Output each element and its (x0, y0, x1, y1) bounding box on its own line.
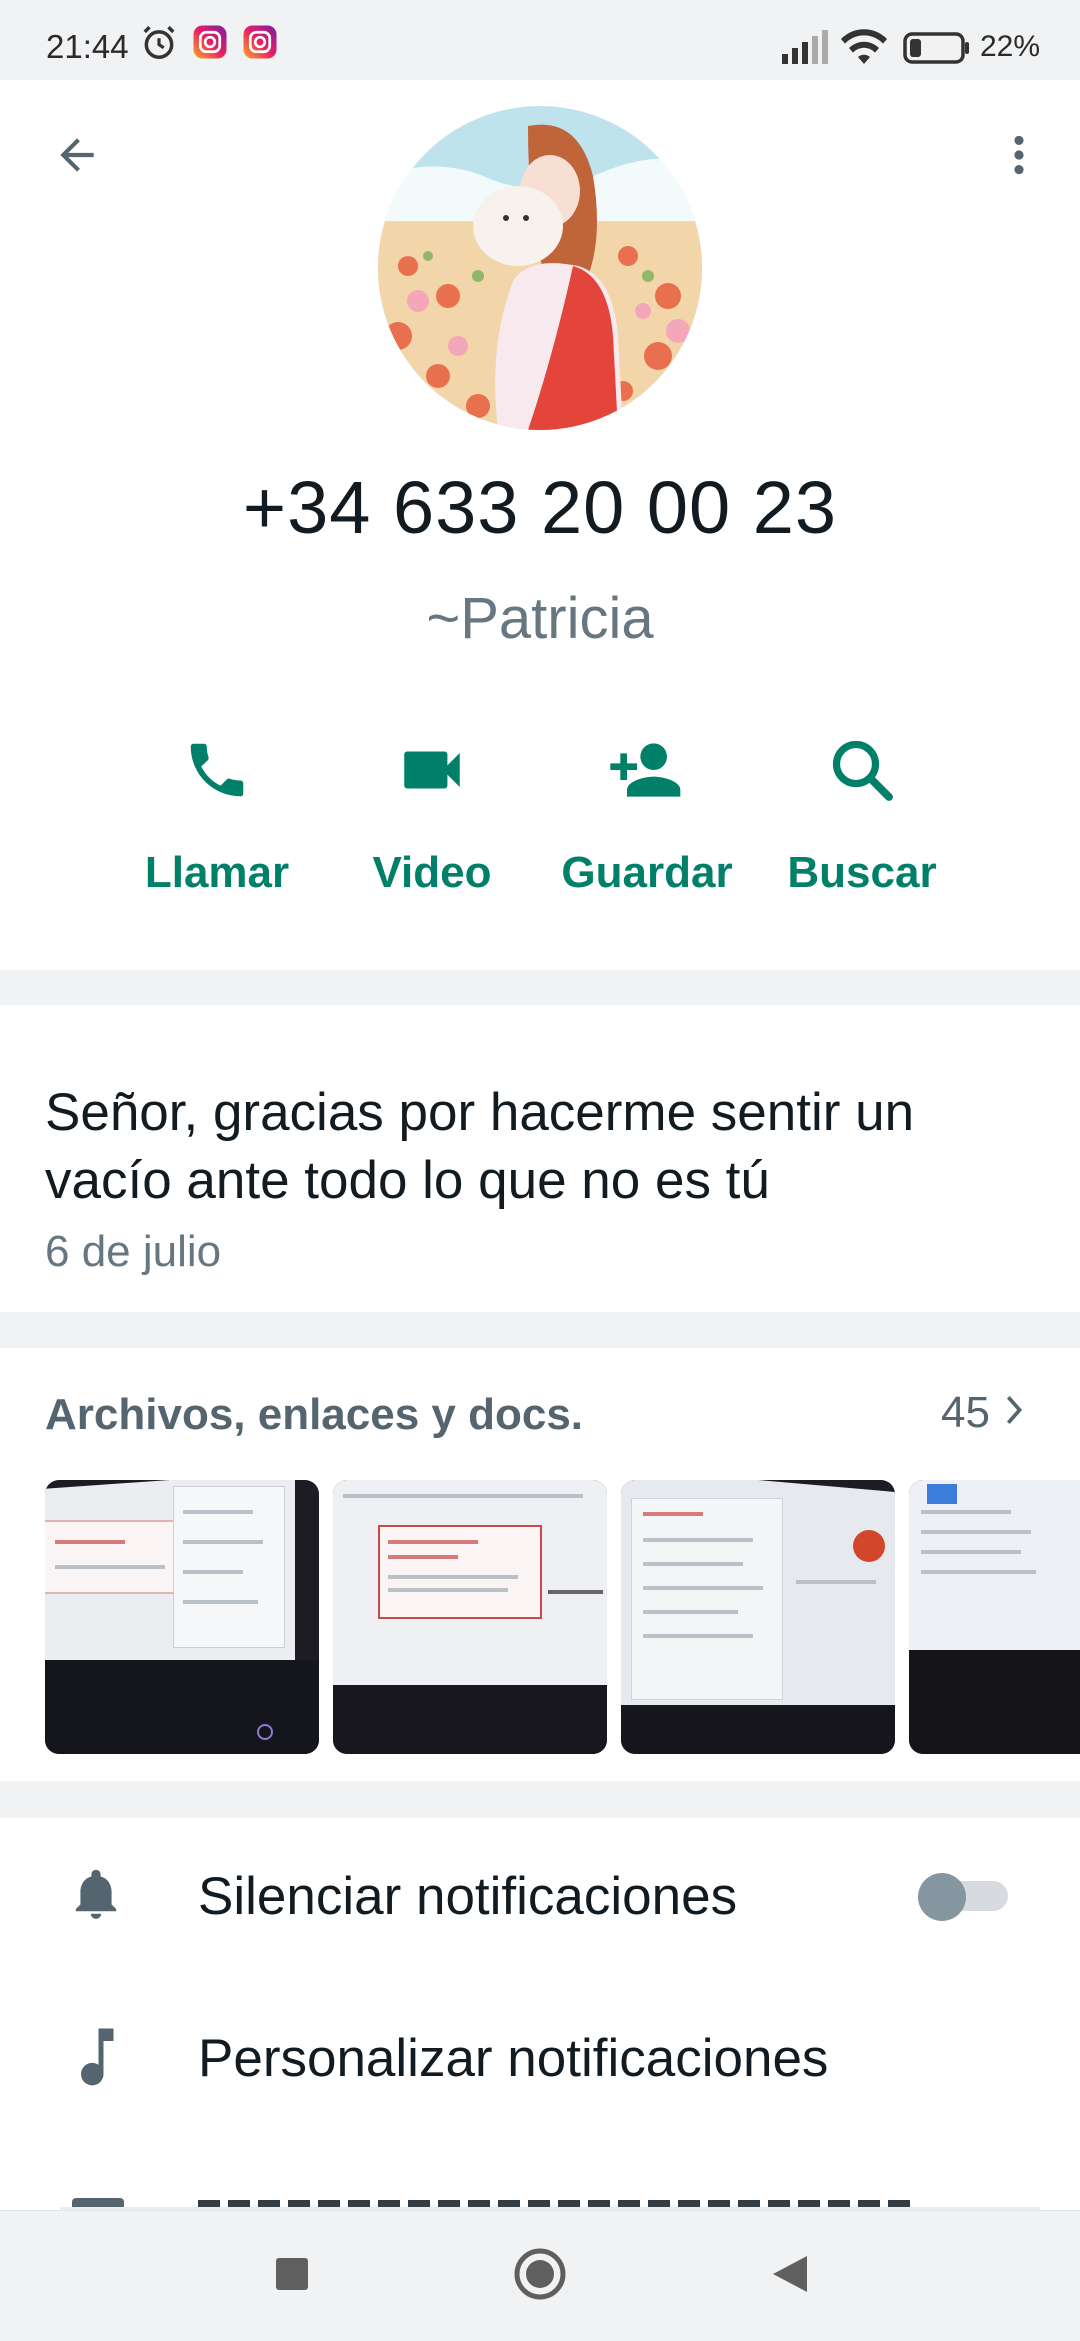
alarm-icon (140, 24, 178, 67)
wifi-icon (840, 28, 888, 71)
media-thumbnail[interactable] (45, 1480, 319, 1754)
back-nav-button[interactable] (760, 2211, 820, 2341)
video-label: Video (372, 848, 492, 897)
save-contact-button[interactable]: Guardar (547, 720, 747, 898)
menu-button[interactable] (982, 120, 1056, 194)
contact-header: +34 633 20 00 23 ~Patricia Llamar Video … (0, 80, 1080, 970)
battery-percent: 22% (979, 30, 1040, 63)
custom-notifications-row[interactable]: Personalizar notificaciones (0, 1980, 1080, 2130)
media-thumbnails (45, 1480, 1080, 1754)
about-date: 6 de julio (45, 1227, 222, 1276)
recents-icon (275, 2257, 309, 2296)
contact-phone: +34 633 20 00 23 (242, 466, 838, 549)
bell-icon (66, 1864, 126, 1924)
back-button[interactable] (40, 120, 114, 194)
search-button[interactable]: Buscar (762, 720, 962, 898)
media-thumbnail[interactable] (333, 1480, 607, 1754)
contact-push-name: ~Patricia (426, 586, 654, 651)
about-section[interactable]: Señor, gracias por hacerme sentir un vac… (0, 1005, 1080, 1312)
back-triangle-icon (771, 2254, 809, 2299)
status-time: 21:44 (46, 28, 129, 65)
phone-icon (117, 720, 317, 820)
add-contact-icon (547, 720, 747, 820)
media-count-link[interactable]: 45 (941, 1388, 1028, 1438)
notifications-section: Silenciar notificaciones Personalizar no… (0, 1818, 1080, 2210)
video-icon (332, 720, 532, 820)
about-text: Señor, gracias por hacerme sentir un vac… (45, 1083, 915, 1210)
arrow-back-icon (52, 130, 102, 185)
video-button[interactable]: Video (332, 720, 532, 898)
mute-notifications-row[interactable]: Silenciar notificaciones (0, 1818, 1080, 1968)
signal-icon (780, 30, 830, 69)
home-button[interactable] (508, 2211, 572, 2341)
action-buttons: Llamar Video Guardar Buscar (0, 720, 1080, 950)
call-label: Llamar (144, 848, 290, 897)
media-count: 45 (941, 1388, 990, 1437)
more-vert-icon (994, 130, 1044, 185)
media-thumbnail[interactable] (621, 1480, 895, 1754)
call-button[interactable]: Llamar (117, 720, 317, 898)
home-icon (513, 2247, 567, 2306)
system-nav-bar (0, 2210, 1080, 2341)
avatar[interactable] (378, 106, 702, 430)
instagram-icon (192, 24, 228, 65)
media-thumbnail[interactable] (909, 1480, 1080, 1754)
search-icon (762, 720, 962, 820)
mute-notifications-toggle[interactable] (918, 1873, 1008, 1921)
chevron-right-icon (1000, 1388, 1028, 1438)
recents-button[interactable] (262, 2211, 322, 2341)
instagram-icon (242, 24, 278, 65)
status-bar: 21:44 22% (0, 0, 1080, 80)
battery-icon (903, 32, 971, 69)
media-section: Archivos, enlaces y docs. 45 (0, 1348, 1080, 1781)
toggle-knob (918, 1873, 966, 1921)
music-note-icon (66, 2026, 126, 2086)
search-label: Buscar (787, 848, 937, 897)
save-contact-label: Guardar (561, 848, 733, 897)
custom-notifications-label: Personalizar notificaciones (198, 2029, 829, 2088)
mute-notifications-label: Silenciar notificaciones (198, 1867, 738, 1926)
media-title[interactable]: Archivos, enlaces y docs. (45, 1390, 583, 1440)
